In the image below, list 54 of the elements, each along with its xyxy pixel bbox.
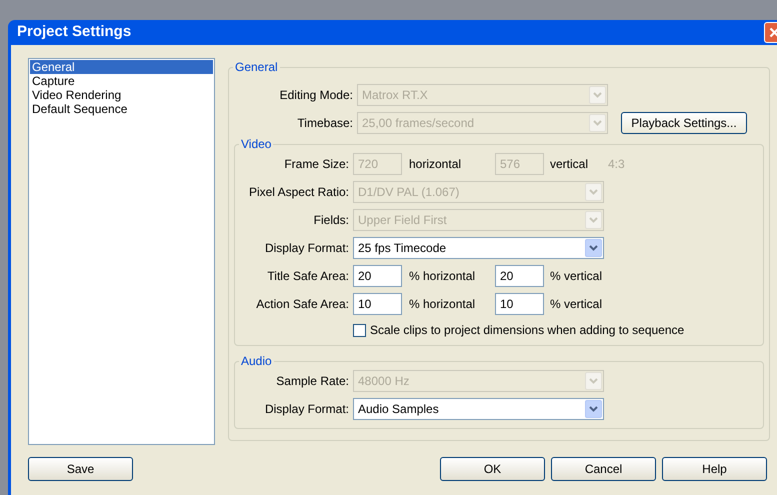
number-field[interactable]: 10	[353, 293, 402, 315]
category-item[interactable]: Capture	[30, 74, 213, 88]
dropdown-value: Audio Samples	[357, 401, 439, 418]
number-field[interactable]: 20	[353, 265, 402, 287]
dropdown-value: 48000 Hz	[357, 373, 410, 390]
dropdown-value: Matrox RT.X	[361, 87, 428, 104]
number-field[interactable]: 20	[495, 265, 544, 287]
group-title: Audio	[240, 353, 273, 370]
category-item[interactable]: Video Rendering	[30, 88, 213, 102]
field-label: Display Format:	[264, 401, 350, 418]
dropdown-field[interactable]: 25 fps Timecode	[353, 237, 604, 259]
unit-label: vertical	[550, 156, 590, 173]
unit-label: % vertical	[550, 296, 604, 313]
dialog-button[interactable]: Help	[662, 457, 767, 481]
chevron-down-icon	[589, 378, 598, 384]
dropdown-value: 25 fps Timecode	[357, 240, 446, 257]
unit-label: % vertical	[550, 268, 604, 285]
group-title: Video	[240, 136, 272, 153]
field-label: Timebase:	[296, 115, 354, 132]
unit-label: % horizontal	[409, 268, 476, 285]
chevron-down-icon	[589, 217, 598, 223]
field-label: Frame Size:	[283, 156, 350, 173]
save-button[interactable]: Save	[28, 457, 133, 481]
dropdown-value: Upper Field First	[357, 212, 447, 229]
dropdown-value: D1/DV PAL (1.067)	[357, 184, 460, 201]
number-field[interactable]: 10	[495, 293, 544, 315]
field-label: Title Safe Area:	[266, 268, 350, 285]
group-title: General	[234, 59, 279, 76]
checkbox-label: Scale clips to project dimensions when adding to sequence	[370, 322, 684, 339]
category-item[interactable]: Default Sequence	[30, 102, 213, 116]
chevron-down-icon	[593, 92, 602, 98]
dialog-button[interactable]: OK	[440, 457, 545, 481]
checkbox[interactable]	[353, 324, 366, 336]
field-label: Sample Rate:	[275, 373, 350, 390]
field-label: Pixel Aspect Ratio:	[248, 184, 350, 201]
category-item[interactable]: General	[30, 60, 213, 74]
aspect-ratio-label: 4:3	[608, 156, 625, 173]
dropdown-button[interactable]	[585, 400, 602, 418]
dialog-button[interactable]: Cancel	[551, 457, 656, 481]
field-label: Display Format:	[264, 240, 350, 257]
field-label: Action Safe Area:	[255, 296, 350, 313]
chevron-down-icon	[593, 120, 602, 126]
unit-label: % horizontal	[409, 296, 476, 313]
unit-label: horizontal	[409, 156, 462, 173]
chevron-down-icon	[589, 406, 598, 412]
dropdown-value: 25,00 frames/second	[361, 115, 474, 132]
field-label: Fields:	[312, 212, 350, 229]
chevron-down-icon	[589, 189, 598, 195]
dropdown-field[interactable]: Audio Samples	[353, 398, 604, 420]
field-label: Editing Mode:	[278, 87, 354, 104]
dropdown-button[interactable]	[585, 239, 602, 257]
window-title: Project Settings	[17, 22, 132, 42]
close-icon	[769, 27, 777, 38]
chevron-down-icon	[589, 245, 598, 251]
